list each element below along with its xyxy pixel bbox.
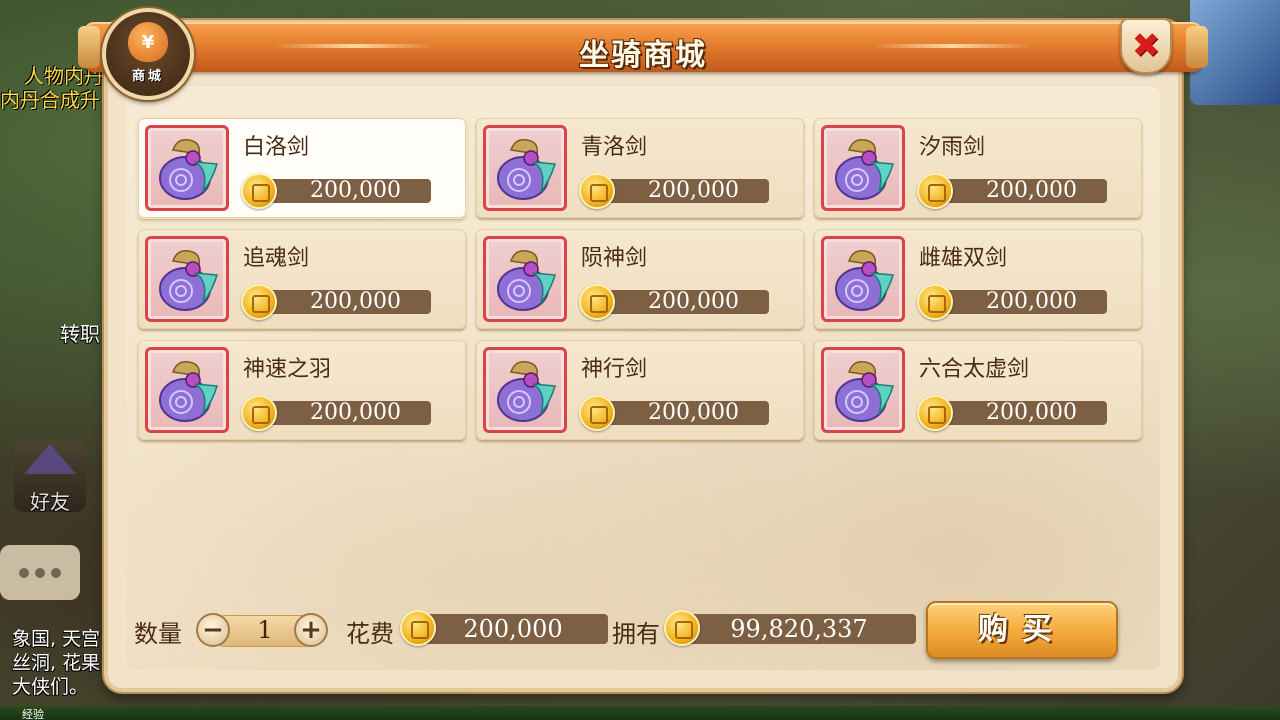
experience-label: 经验 — [22, 708, 44, 720]
item-card[interactable]: 汐雨剑 200,000 — [814, 118, 1142, 218]
item-icon-frame — [821, 347, 905, 433]
shop-medallion-label: 商城 — [131, 69, 164, 84]
item-card[interactable]: 神速之羽 200,000 — [138, 340, 466, 440]
gold-coin-icon — [917, 173, 953, 209]
item-price: 200,000 — [259, 401, 431, 425]
gold-coin-icon — [579, 395, 615, 431]
item-name: 青洛剑 — [581, 135, 648, 160]
buy-button[interactable]: 购买 — [926, 601, 1118, 659]
straw-hat-icon — [24, 444, 76, 474]
minus-icon: − — [202, 615, 224, 645]
shop-medallion: ¥ 商城 — [102, 8, 194, 100]
gold-coin-icon — [241, 284, 277, 320]
close-icon: ✖ — [1131, 26, 1161, 66]
item-icon-frame — [145, 236, 229, 322]
item-price: 200,000 — [935, 401, 1107, 425]
item-card[interactable]: 雌雄双剑 200,000 — [814, 229, 1142, 329]
chat-line-3: 大侠们。 — [12, 676, 89, 698]
item-name: 神行剑 — [581, 357, 648, 382]
item-price: 200,000 — [597, 401, 769, 425]
decrease-quantity-button[interactable]: − — [196, 613, 230, 647]
title-bar: 坐骑商城 — [78, 22, 1208, 73]
item-icon-frame — [483, 125, 567, 211]
chat-line-1: 象国, 天宫 — [12, 628, 101, 650]
item-price: 200,000 — [259, 290, 431, 314]
experience-bar: 经验 — [0, 706, 1280, 720]
sword-pouch-icon — [159, 360, 218, 422]
close-button[interactable]: ✖ — [1120, 18, 1172, 74]
sword-pouch-icon — [497, 249, 556, 311]
sword-pouch-icon — [159, 249, 218, 311]
gold-coin-icon — [400, 610, 436, 646]
gold-coin-icon — [579, 284, 615, 320]
quantity-label: 数量 — [134, 620, 182, 648]
sword-pouch-icon — [159, 138, 218, 200]
sword-pouch-icon — [497, 138, 556, 200]
gold-coin-icon — [917, 284, 953, 320]
item-name: 追魂剑 — [243, 246, 310, 271]
bg-job-change-text: 转职 — [60, 322, 100, 346]
item-card[interactable]: 陨神剑 200,000 — [476, 229, 804, 329]
item-card[interactable]: 白洛剑 200,000 — [138, 118, 466, 218]
item-icon-frame — [145, 347, 229, 433]
item-card[interactable]: 青洛剑 200,000 — [476, 118, 804, 218]
chat-dot-icon — [35, 567, 45, 578]
item-price: 200,000 — [597, 290, 769, 314]
sword-pouch-icon — [497, 360, 556, 422]
item-name: 陨神剑 — [581, 246, 648, 271]
item-icon-frame — [145, 125, 229, 211]
chat-dot-icon — [51, 567, 61, 578]
sword-pouch-icon — [835, 360, 894, 422]
item-price: 200,000 — [259, 179, 431, 203]
item-icon-frame — [821, 125, 905, 211]
item-name: 雌雄双剑 — [919, 246, 1008, 271]
item-card[interactable]: 六合太虚剑 200,000 — [814, 340, 1142, 440]
bg-quest-text-2: 内丹合成升 — [0, 88, 100, 112]
owned-value: 99,820,337 — [682, 614, 916, 644]
item-icon-frame — [821, 236, 905, 322]
page-title: 坐骑商城 — [579, 38, 707, 73]
friend-label: 好友 — [30, 490, 70, 514]
chat-line-2: 丝洞, 花果 — [12, 652, 101, 674]
item-name: 白洛剑 — [243, 135, 310, 160]
item-icon-frame — [483, 236, 567, 322]
gold-coin-icon — [664, 610, 700, 646]
item-icon-frame — [483, 347, 567, 433]
quantity-value[interactable]: 1 — [250, 616, 280, 644]
sword-pouch-icon — [835, 249, 894, 311]
item-price: 200,000 — [935, 290, 1107, 314]
item-price: 200,000 — [935, 179, 1107, 203]
cost-value: 200,000 — [418, 614, 608, 644]
plus-icon: + — [300, 615, 322, 645]
gold-coin-icon — [241, 173, 277, 209]
owned-label: 拥有 — [612, 620, 660, 648]
cost-label: 花费 — [346, 620, 394, 648]
friend-button[interactable]: 好友 — [14, 440, 86, 514]
sword-pouch-icon — [835, 138, 894, 200]
item-name: 神速之羽 — [243, 357, 332, 382]
chat-dot-icon — [19, 567, 29, 578]
item-name: 六合太虚剑 — [919, 357, 1030, 382]
item-card[interactable]: 追魂剑 200,000 — [138, 229, 466, 329]
money-bag-icon: ¥ — [128, 22, 168, 62]
item-grid: 白洛剑 200,000 青洛剑 200,000 汐雨剑 200,000 追魂剑 … — [138, 118, 1142, 440]
item-card[interactable]: 神行剑 200,000 — [476, 340, 804, 440]
increase-quantity-button[interactable]: + — [294, 613, 328, 647]
gold-coin-icon — [917, 395, 953, 431]
gold-coin-icon — [579, 173, 615, 209]
item-name: 汐雨剑 — [919, 135, 986, 160]
item-price: 200,000 — [597, 179, 769, 203]
gold-coin-icon — [241, 395, 277, 431]
chat-button[interactable] — [0, 545, 80, 600]
